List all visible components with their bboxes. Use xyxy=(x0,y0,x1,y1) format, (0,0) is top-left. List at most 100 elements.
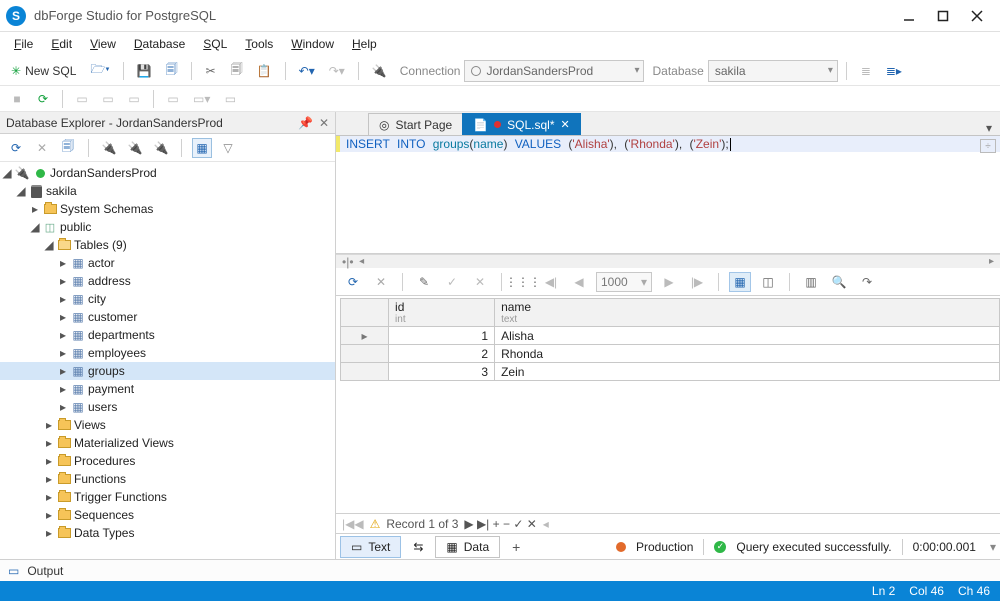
minimize-button[interactable] xyxy=(892,4,926,28)
close-button[interactable] xyxy=(960,4,994,28)
tb-btn-6[interactable]: ▭ xyxy=(219,88,241,110)
menu-file[interactable]: File xyxy=(6,35,41,53)
stop-button[interactable]: ■ xyxy=(6,88,28,110)
pin-icon[interactable]: 📌 xyxy=(298,116,313,130)
tb-btn-4[interactable]: ▭ xyxy=(162,88,184,110)
undo-button[interactable]: ↶▾ xyxy=(294,60,320,82)
nav-first-icon[interactable]: |◀◀ xyxy=(342,517,364,531)
save-button[interactable]: 💾 xyxy=(132,60,157,82)
tab-text[interactable]: ▭Text xyxy=(340,536,401,558)
tab-close-icon[interactable]: ✕ xyxy=(561,118,570,131)
tb-btn-3[interactable]: ▭ xyxy=(123,88,145,110)
sql-line[interactable]: INSERT INTO groups(name) VALUES ('Alisha… xyxy=(336,136,1000,152)
tree-folder-matviews[interactable]: ▸Materialized Views xyxy=(0,434,335,452)
refresh-button[interactable]: ⟳ xyxy=(32,88,54,110)
tree-db-row[interactable]: ◢sakila xyxy=(0,182,335,200)
editor-scrollbar[interactable]: •|• ◂▸ xyxy=(336,254,1000,268)
page-grid-icon[interactable]: ⋮⋮⋮ xyxy=(512,272,534,292)
tab-start-page[interactable]: ◎Start Page xyxy=(368,113,463,135)
first-page-button[interactable]: ◀| xyxy=(540,272,562,292)
tree-folder-views[interactable]: ▸Views xyxy=(0,416,335,434)
tree-table-groups[interactable]: ▸groups xyxy=(0,362,335,380)
tree-folder-datatypes[interactable]: ▸Data Types xyxy=(0,524,335,542)
filter-icon[interactable]: ▽ xyxy=(218,138,238,158)
explorer-tree[interactable]: ◢🔌JordanSandersProd ◢sakila ▸System Sche… xyxy=(0,162,335,559)
col-header-name[interactable]: nametext xyxy=(495,299,1000,327)
tree-folder-triggerfn[interactable]: ▸Trigger Functions xyxy=(0,488,335,506)
table-row[interactable]: 2Rhonda xyxy=(341,345,1000,363)
open-button[interactable]: 🗁▾ xyxy=(85,60,114,82)
menu-view[interactable]: View xyxy=(82,35,124,53)
tree-table-actor[interactable]: ▸actor xyxy=(0,254,335,272)
tree-tables-folder[interactable]: ◢Tables (9) xyxy=(0,236,335,254)
output-panel-tab[interactable]: Output xyxy=(0,559,1000,581)
tree-table-payment[interactable]: ▸payment xyxy=(0,380,335,398)
tree-table-address[interactable]: ▸address xyxy=(0,272,335,290)
page-size-input[interactable]: 1000▾ xyxy=(596,272,652,292)
indent-right-button[interactable]: ≣▸ xyxy=(881,60,907,82)
rollback-button[interactable]: ✕ xyxy=(469,272,491,292)
tab-sql-file[interactable]: 📄SQL.sql*✕ xyxy=(462,113,581,135)
collapse-icon[interactable]: ÷ xyxy=(980,139,996,153)
commit-button[interactable]: ✓ xyxy=(441,272,463,292)
tree-folder-functions[interactable]: ▸Functions xyxy=(0,470,335,488)
connection-selector[interactable]: JordanSandersProd xyxy=(464,60,644,82)
menu-sql[interactable]: SQL xyxy=(195,35,235,53)
tree-connection-row[interactable]: ◢🔌JordanSandersProd xyxy=(0,164,335,182)
reload-button[interactable]: ⟳ xyxy=(342,272,364,292)
delete-icon[interactable]: ✕ xyxy=(32,138,52,158)
menu-window[interactable]: Window xyxy=(283,35,342,53)
swap-icon[interactable]: ⇆ xyxy=(403,536,433,558)
find-button[interactable]: 🔍 xyxy=(828,272,850,292)
copy-button[interactable]: 🗐 xyxy=(226,60,248,82)
time-dropdown-icon[interactable]: ▾ xyxy=(990,540,996,554)
tree-table-employees[interactable]: ▸employees xyxy=(0,344,335,362)
menu-edit[interactable]: Edit xyxy=(43,35,80,53)
tree-public-schema[interactable]: ◢public xyxy=(0,218,335,236)
export-button[interactable]: ↷ xyxy=(856,272,878,292)
tree-table-users[interactable]: ▸users xyxy=(0,398,335,416)
refresh-icon[interactable]: ⟳ xyxy=(6,138,26,158)
sql-editor[interactable]: INSERT INTO groups(name) VALUES ('Alisha… xyxy=(336,136,1000,254)
grid-view-button[interactable]: ▦ xyxy=(729,272,751,292)
last-page-button[interactable]: |▶ xyxy=(686,272,708,292)
tb-btn-5[interactable]: ▭▾ xyxy=(188,88,215,110)
card-view-button[interactable]: ◫ xyxy=(757,272,779,292)
tb-btn-1[interactable]: ▭ xyxy=(71,88,93,110)
show-all-icon[interactable]: ▦ xyxy=(192,138,212,158)
remove-connection-icon[interactable]: 🔌 xyxy=(151,138,171,158)
database-selector[interactable]: sakila xyxy=(708,60,838,82)
copy-icon[interactable]: 🗐 xyxy=(58,138,78,158)
cancel-changes-button[interactable]: ✕ xyxy=(370,272,392,292)
tree-table-customer[interactable]: ▸customer xyxy=(0,308,335,326)
maximize-button[interactable] xyxy=(926,4,960,28)
tree-folder-sequences[interactable]: ▸Sequences xyxy=(0,506,335,524)
tab-data[interactable]: ▦Data xyxy=(435,536,500,558)
tree-sys-schemas[interactable]: ▸System Schemas xyxy=(0,200,335,218)
tree-table-city[interactable]: ▸city xyxy=(0,290,335,308)
table-row[interactable]: ▸1Alisha xyxy=(341,327,1000,345)
disconnect-icon[interactable]: 🔌 xyxy=(125,138,145,158)
prev-page-button[interactable]: ◀ xyxy=(568,272,590,292)
menu-database[interactable]: Database xyxy=(126,35,193,53)
tree-folder-procedures[interactable]: ▸Procedures xyxy=(0,452,335,470)
col-header-id[interactable]: idint xyxy=(389,299,495,327)
cut-button[interactable]: ✂ xyxy=(200,60,222,82)
edit-button[interactable]: ✎ xyxy=(413,272,435,292)
menu-help[interactable]: Help xyxy=(344,35,385,53)
tb-btn-2[interactable]: ▭ xyxy=(97,88,119,110)
nav-next-icon[interactable]: ▶ ▶| + − ✓ ✕ xyxy=(464,517,536,531)
tabs-menu-dropdown[interactable]: ▾ xyxy=(978,121,1000,135)
table-row[interactable]: 3Zein xyxy=(341,363,1000,381)
add-tab-button[interactable]: + xyxy=(502,536,530,558)
next-page-button[interactable]: ▶ xyxy=(658,272,680,292)
results-grid[interactable]: idint nametext ▸1Alisha 2Rhonda 3Zein xyxy=(340,298,1000,381)
new-sql-button[interactable]: ✳ New SQL xyxy=(6,60,81,82)
pivot-button[interactable]: ▥ xyxy=(800,272,822,292)
connection-plug-icon[interactable]: 🔌 xyxy=(367,60,392,82)
new-connection-icon[interactable]: 🔌 xyxy=(99,138,119,158)
explorer-close-button[interactable]: ✕ xyxy=(319,116,329,130)
tree-table-departments[interactable]: ▸departments xyxy=(0,326,335,344)
menu-tools[interactable]: Tools xyxy=(237,35,281,53)
paste-button[interactable]: 📋 xyxy=(252,60,277,82)
